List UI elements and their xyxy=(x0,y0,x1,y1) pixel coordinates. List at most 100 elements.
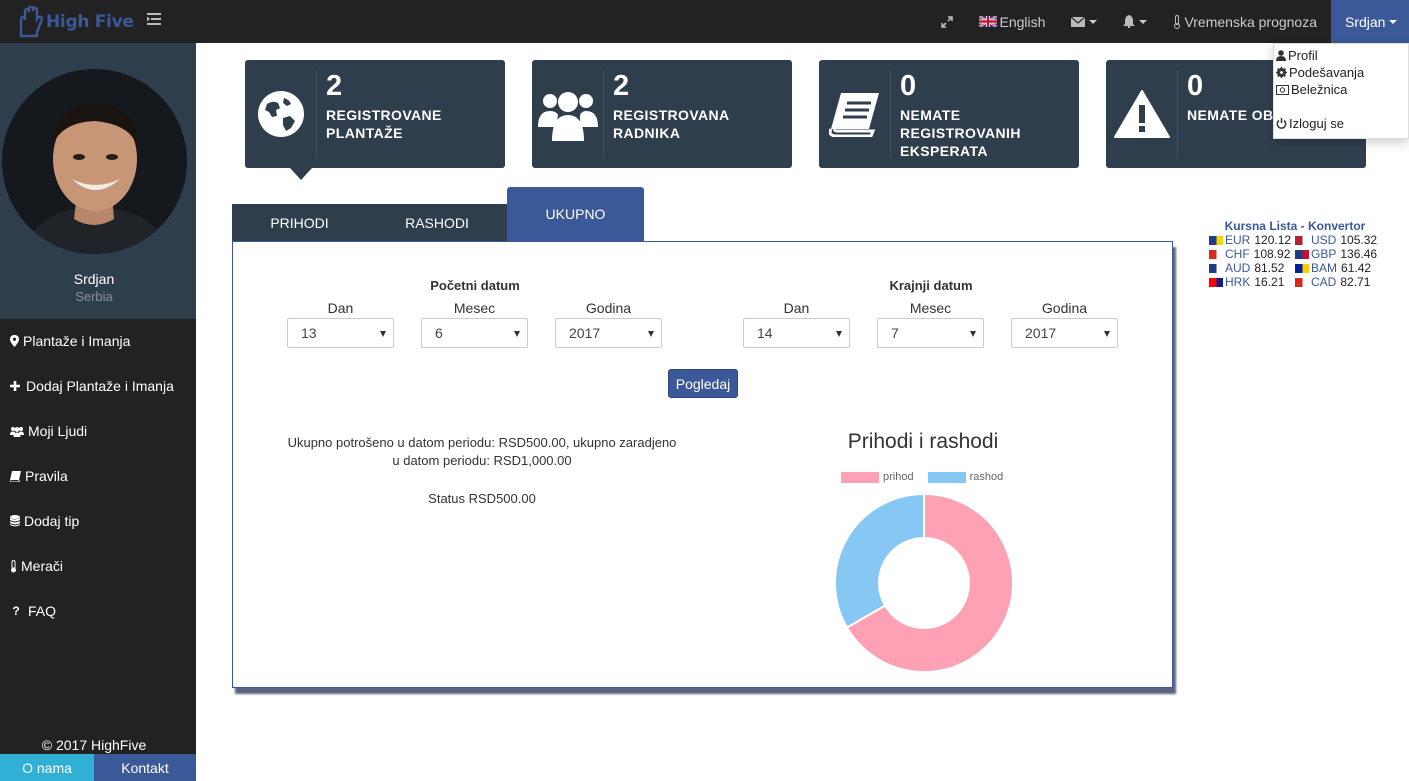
sidebar-item-label: Pravila xyxy=(25,468,68,484)
currency-cell-cad[interactable]: CAD 82.71 xyxy=(1295,275,1381,289)
tab-total[interactable]: UKUPNO xyxy=(507,187,644,242)
legend-label: prihod xyxy=(883,471,914,483)
profile-photo xyxy=(2,69,187,254)
select-arrow-icon xyxy=(380,331,386,337)
sidebar-item-add-plantation[interactable]: Dodaj Plantaže i Imanja xyxy=(10,378,174,394)
user-menu-toggle[interactable]: Srdjan xyxy=(1331,0,1409,43)
select-arrow-icon xyxy=(1104,331,1110,337)
chart-title: Prihodi i rashodi xyxy=(847,430,999,453)
card-number: 0 xyxy=(900,70,917,102)
period-summary: Ukupno potrošeno u datom periodu: RSD500… xyxy=(287,435,677,468)
chf-flag-icon xyxy=(1209,249,1223,259)
sidebar-item-faq[interactable]: ? FAQ xyxy=(10,603,56,619)
stat-card-plantations[interactable]: 2 REGISTROVANE PLANTAŽE xyxy=(245,60,505,168)
map-marker-icon xyxy=(10,335,19,347)
end-day-select[interactable]: 14 xyxy=(743,318,850,348)
legend-item[interactable]: rashod xyxy=(927,471,1003,483)
currency-cell-hrk[interactable]: HRK 16.21 xyxy=(1209,275,1295,289)
top-navbar: High Five English Vremenska prognoza Srd… xyxy=(0,0,1409,43)
start-day-label: Dan xyxy=(327,300,354,316)
currency-code: CAD xyxy=(1311,275,1337,289)
brand-name: High Five xyxy=(46,12,134,32)
start-day-select[interactable]: 13 xyxy=(287,318,394,348)
select-arrow-icon xyxy=(970,331,976,337)
sidebar: Srdjan Serbia Plantaže i Imanja Dodaj Pl… xyxy=(0,43,196,781)
globe-icon xyxy=(257,91,304,137)
usd-flag-icon xyxy=(1295,235,1309,245)
sidebar-item-label: FAQ xyxy=(28,603,57,619)
end-month-select[interactable]: 7 xyxy=(877,318,984,348)
legend-item[interactable]: prihod xyxy=(841,471,914,483)
stat-card-workers[interactable]: 2 REGISTROVANA RADNIKA xyxy=(532,60,792,168)
start-month-value: 6 xyxy=(435,325,443,341)
view-button[interactable]: Pogledaj xyxy=(668,369,738,398)
sidebar-item-label: Plantaže i Imanja xyxy=(23,333,131,349)
messages-dropdown[interactable] xyxy=(1063,0,1113,43)
end-month-value: 7 xyxy=(891,325,899,341)
donut-slice-rashod[interactable] xyxy=(834,492,925,629)
menu-item-profile[interactable]: Profil xyxy=(1276,48,1318,63)
user-name: Srdjan xyxy=(1345,13,1386,30)
currency-code: GBP xyxy=(1311,247,1337,261)
end-month-label: Mesec xyxy=(909,300,952,316)
brand-logo[interactable]: High Five xyxy=(17,4,134,40)
contact-button[interactable]: Kontakt xyxy=(94,754,196,781)
menu-item-label: Podešavanja xyxy=(1289,65,1365,80)
stat-card-experts[interactable]: 0 NEMATE REGISTROVANIH EKSPERATA xyxy=(819,60,1079,168)
start-year-select[interactable]: 2017 xyxy=(555,318,662,348)
start-date-title: Početni datum xyxy=(430,278,520,293)
profile-country: Serbia xyxy=(75,289,113,304)
active-card-pointer xyxy=(290,168,312,180)
fullscreen-button[interactable] xyxy=(929,0,971,43)
uk-flag-icon xyxy=(978,16,997,27)
expand-icon xyxy=(940,15,953,28)
currency-cell-eur[interactable]: EUR 120.12 xyxy=(1209,233,1295,247)
question-icon: ? xyxy=(12,604,20,618)
card-divider xyxy=(316,70,317,158)
avatar[interactable] xyxy=(2,69,187,254)
currency-table: EUR 120.12 USD 105.32 CHF 108.92 GBP 136.46 AUD 8… xyxy=(1209,233,1389,289)
warning-icon xyxy=(1113,90,1170,138)
legend-swatch xyxy=(927,471,966,483)
menu-toggle-icon[interactable] xyxy=(147,13,161,25)
book-icon xyxy=(828,93,879,137)
start-day-value: 13 xyxy=(301,325,317,341)
language-selector[interactable]: English xyxy=(971,0,1064,43)
sidebar-item-my-people[interactable]: Moji Ljudi xyxy=(10,423,87,439)
menu-item-notebook[interactable]: Beležnica xyxy=(1276,82,1347,97)
about-button[interactable]: O nama xyxy=(0,754,94,781)
currency-cell-bam[interactable]: BAM 61.42 xyxy=(1295,261,1381,275)
hand-logo-icon xyxy=(19,6,44,38)
end-year-label: Godina xyxy=(1041,300,1088,316)
notifications-dropdown[interactable] xyxy=(1113,0,1163,43)
currency-cell-aud[interactable]: AUD 81.52 xyxy=(1209,261,1295,275)
currency-cell-gbp[interactable]: GBP 136.46 xyxy=(1295,247,1381,261)
menu-item-logout[interactable]: Izloguj se xyxy=(1276,116,1344,131)
sidebar-item-plantations[interactable]: Plantaže i Imanja xyxy=(10,333,130,349)
currency-cell-usd[interactable]: USD 105.32 xyxy=(1295,233,1381,247)
sidebar-item-add-type[interactable]: Dodaj tip xyxy=(10,513,79,529)
card-divider xyxy=(603,70,604,158)
sidebar-item-label: Moji Ljudi xyxy=(28,423,88,439)
tab-bar-filler xyxy=(644,204,1173,242)
currency-row: CHF 108.92 GBP 136.46 xyxy=(1209,247,1389,261)
sidebar-item-meters[interactable]: Merači xyxy=(10,558,63,574)
weather-link[interactable]: Vremenska prognoza xyxy=(1163,0,1331,43)
sidebar-item-label: Merači xyxy=(21,558,64,574)
users-icon xyxy=(537,92,598,141)
bell-icon xyxy=(1123,15,1136,28)
end-year-select[interactable]: 2017 xyxy=(1011,318,1118,348)
sidebar-item-rules[interactable]: Pravila xyxy=(10,468,68,484)
start-month-select[interactable]: 6 xyxy=(421,318,528,348)
thermometer-icon xyxy=(1174,14,1181,29)
card-label: REGISTROVANA RADNIKA xyxy=(613,107,730,141)
caret-down-icon xyxy=(1089,19,1098,24)
currency-title[interactable]: Kursna Lista - Konvertor xyxy=(1209,219,1381,233)
currency-cell-chf[interactable]: CHF 108.92 xyxy=(1209,247,1295,261)
caret-down-icon xyxy=(1139,19,1148,24)
menu-item-label: Izloguj se xyxy=(1289,116,1344,131)
tab-income[interactable]: PRIHODI xyxy=(232,204,367,242)
menu-item-settings[interactable]: Podešavanja xyxy=(1276,65,1364,80)
tab-expenses[interactable]: RASHODI xyxy=(367,204,507,242)
weather-label: Vremenska prognoza xyxy=(1184,13,1317,30)
